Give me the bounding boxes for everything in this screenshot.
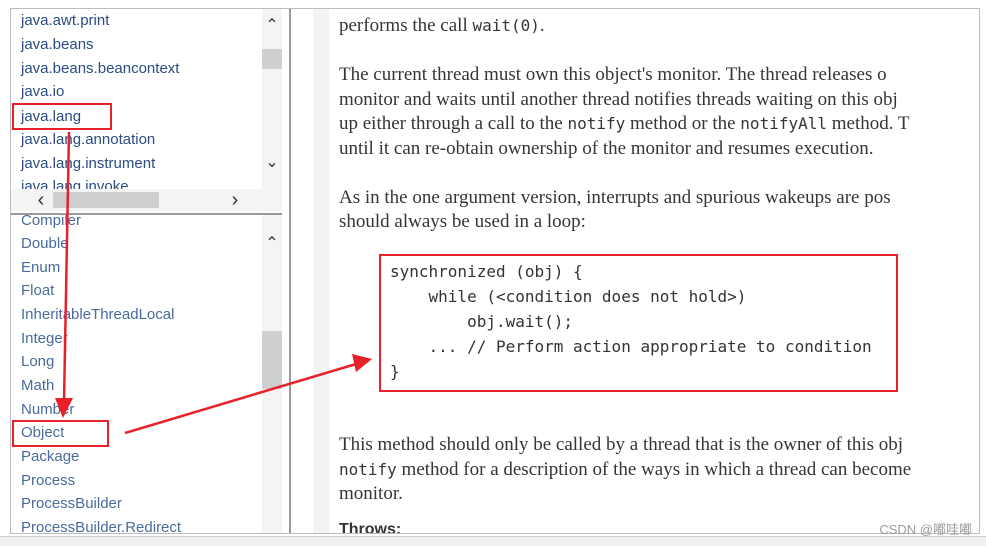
arrow-right-head bbox=[352, 354, 372, 372]
arrow-down-line bbox=[62, 131, 71, 403]
arrow-right-line bbox=[124, 362, 357, 435]
arrow-down-head bbox=[55, 398, 73, 418]
watermark: CSDN @嘟哇嘟 bbox=[879, 522, 972, 537]
annotation-arrows bbox=[55, 131, 372, 435]
